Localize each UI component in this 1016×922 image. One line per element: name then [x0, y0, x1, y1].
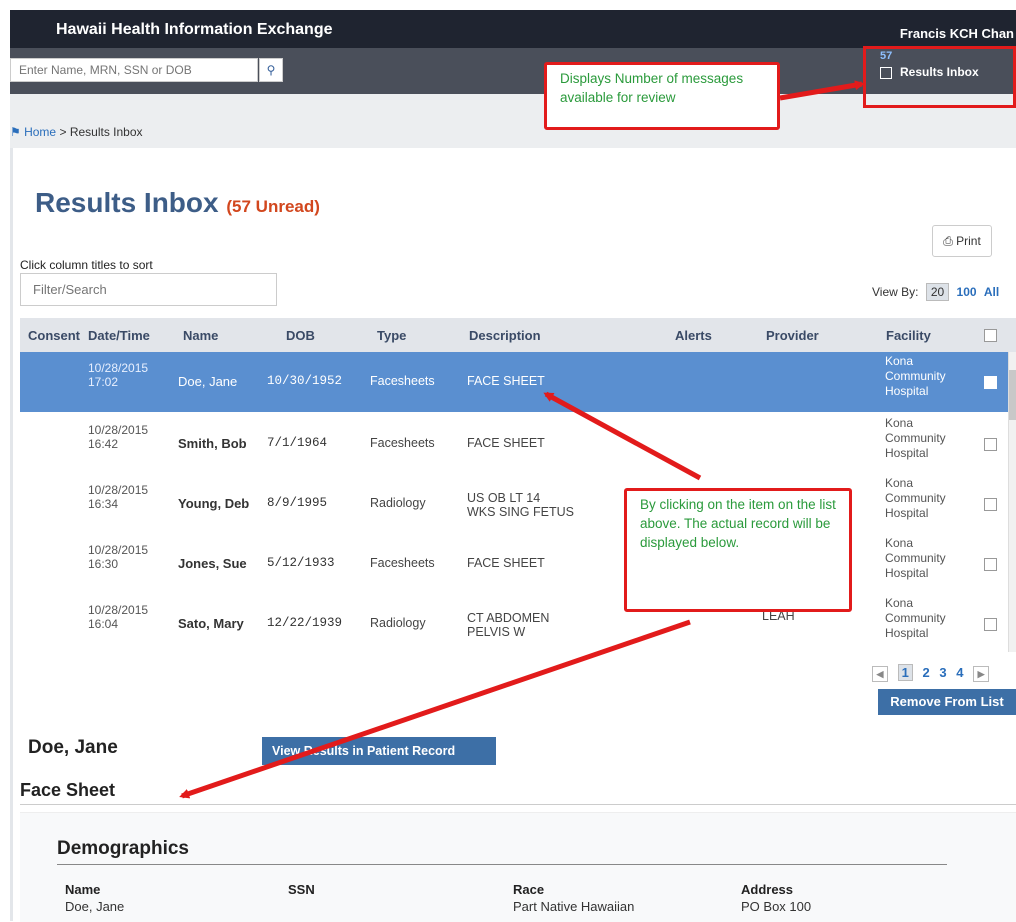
- inbox-callout: Displays Number of messages available fo…: [544, 62, 780, 130]
- inbox-arrow: [779, 80, 865, 101]
- record-arrow: [179, 619, 691, 799]
- list-callout: By clicking on the item on the list abov…: [624, 488, 852, 612]
- annotation-arrows: [179, 80, 865, 799]
- row-arrow: [543, 391, 702, 481]
